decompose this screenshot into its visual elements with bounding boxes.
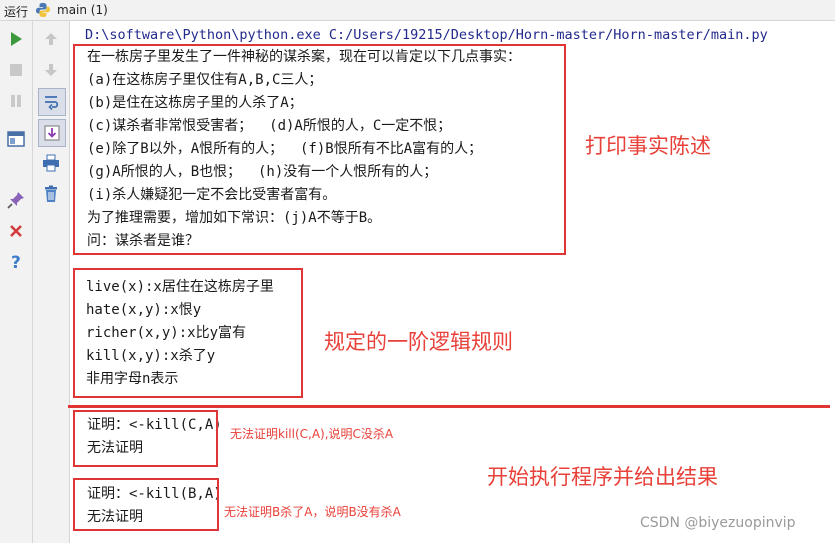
run-label: 运行 [4,5,29,19]
soft-wrap-button[interactable] [38,88,66,116]
stop-button[interactable] [5,59,27,81]
rerun-button[interactable] [5,28,27,50]
proof2-highlight-box [73,478,219,531]
pause-button[interactable] [5,90,27,112]
arrow-up-icon [45,33,57,45]
layout-icon [7,131,25,147]
csdn-watermark: CSDN @biyezuopinvip [640,515,796,531]
python-command-line[interactable]: D:\software\Python\python.exe C:/Users/1… [85,27,768,43]
facts-annotation: 打印事实陈述 [585,134,711,158]
scroll-down-button[interactable] [40,59,62,81]
soft-wrap-icon [45,96,59,111]
scroll-to-end-button[interactable] [38,119,66,147]
svg-text:?: ? [11,253,21,271]
proof1-annotation: 无法证明kill(C,A),说明C没杀A [230,427,394,441]
facts-highlight-box [73,44,566,255]
result-annotation: 开始执行程序并给出结果 [487,465,718,489]
close-button[interactable] [5,220,27,242]
print-button[interactable] [40,152,62,174]
pause-icon [11,95,21,107]
pin-button[interactable] [5,189,27,211]
trash-icon [45,185,57,202]
python-icon [36,3,50,17]
separator-red-line [68,405,830,408]
console-toolbar [33,21,70,543]
proof2-annotation: 无法证明B杀了A，说明B没有杀A [224,505,401,519]
tab-main[interactable]: main (1) [57,3,108,17]
play-icon [11,32,22,46]
proof1-highlight-box [73,410,218,467]
scroll-up-button[interactable] [40,28,62,50]
pin-icon [7,192,24,209]
rules-highlight-box [73,268,303,398]
run-titlebar: 运行 main (1) [0,0,835,21]
close-icon [10,225,22,237]
help-icon: ? [11,253,21,271]
printer-icon [43,154,59,172]
clear-all-button[interactable] [40,183,62,205]
layout-button[interactable] [5,128,27,150]
stop-icon [10,64,22,76]
arrow-down-icon [45,64,57,76]
run-toolbar: ? [0,21,33,543]
rules-annotation: 规定的一阶逻辑规则 [324,330,513,354]
scroll-to-end-icon [44,125,60,141]
help-button[interactable]: ? [5,251,27,273]
